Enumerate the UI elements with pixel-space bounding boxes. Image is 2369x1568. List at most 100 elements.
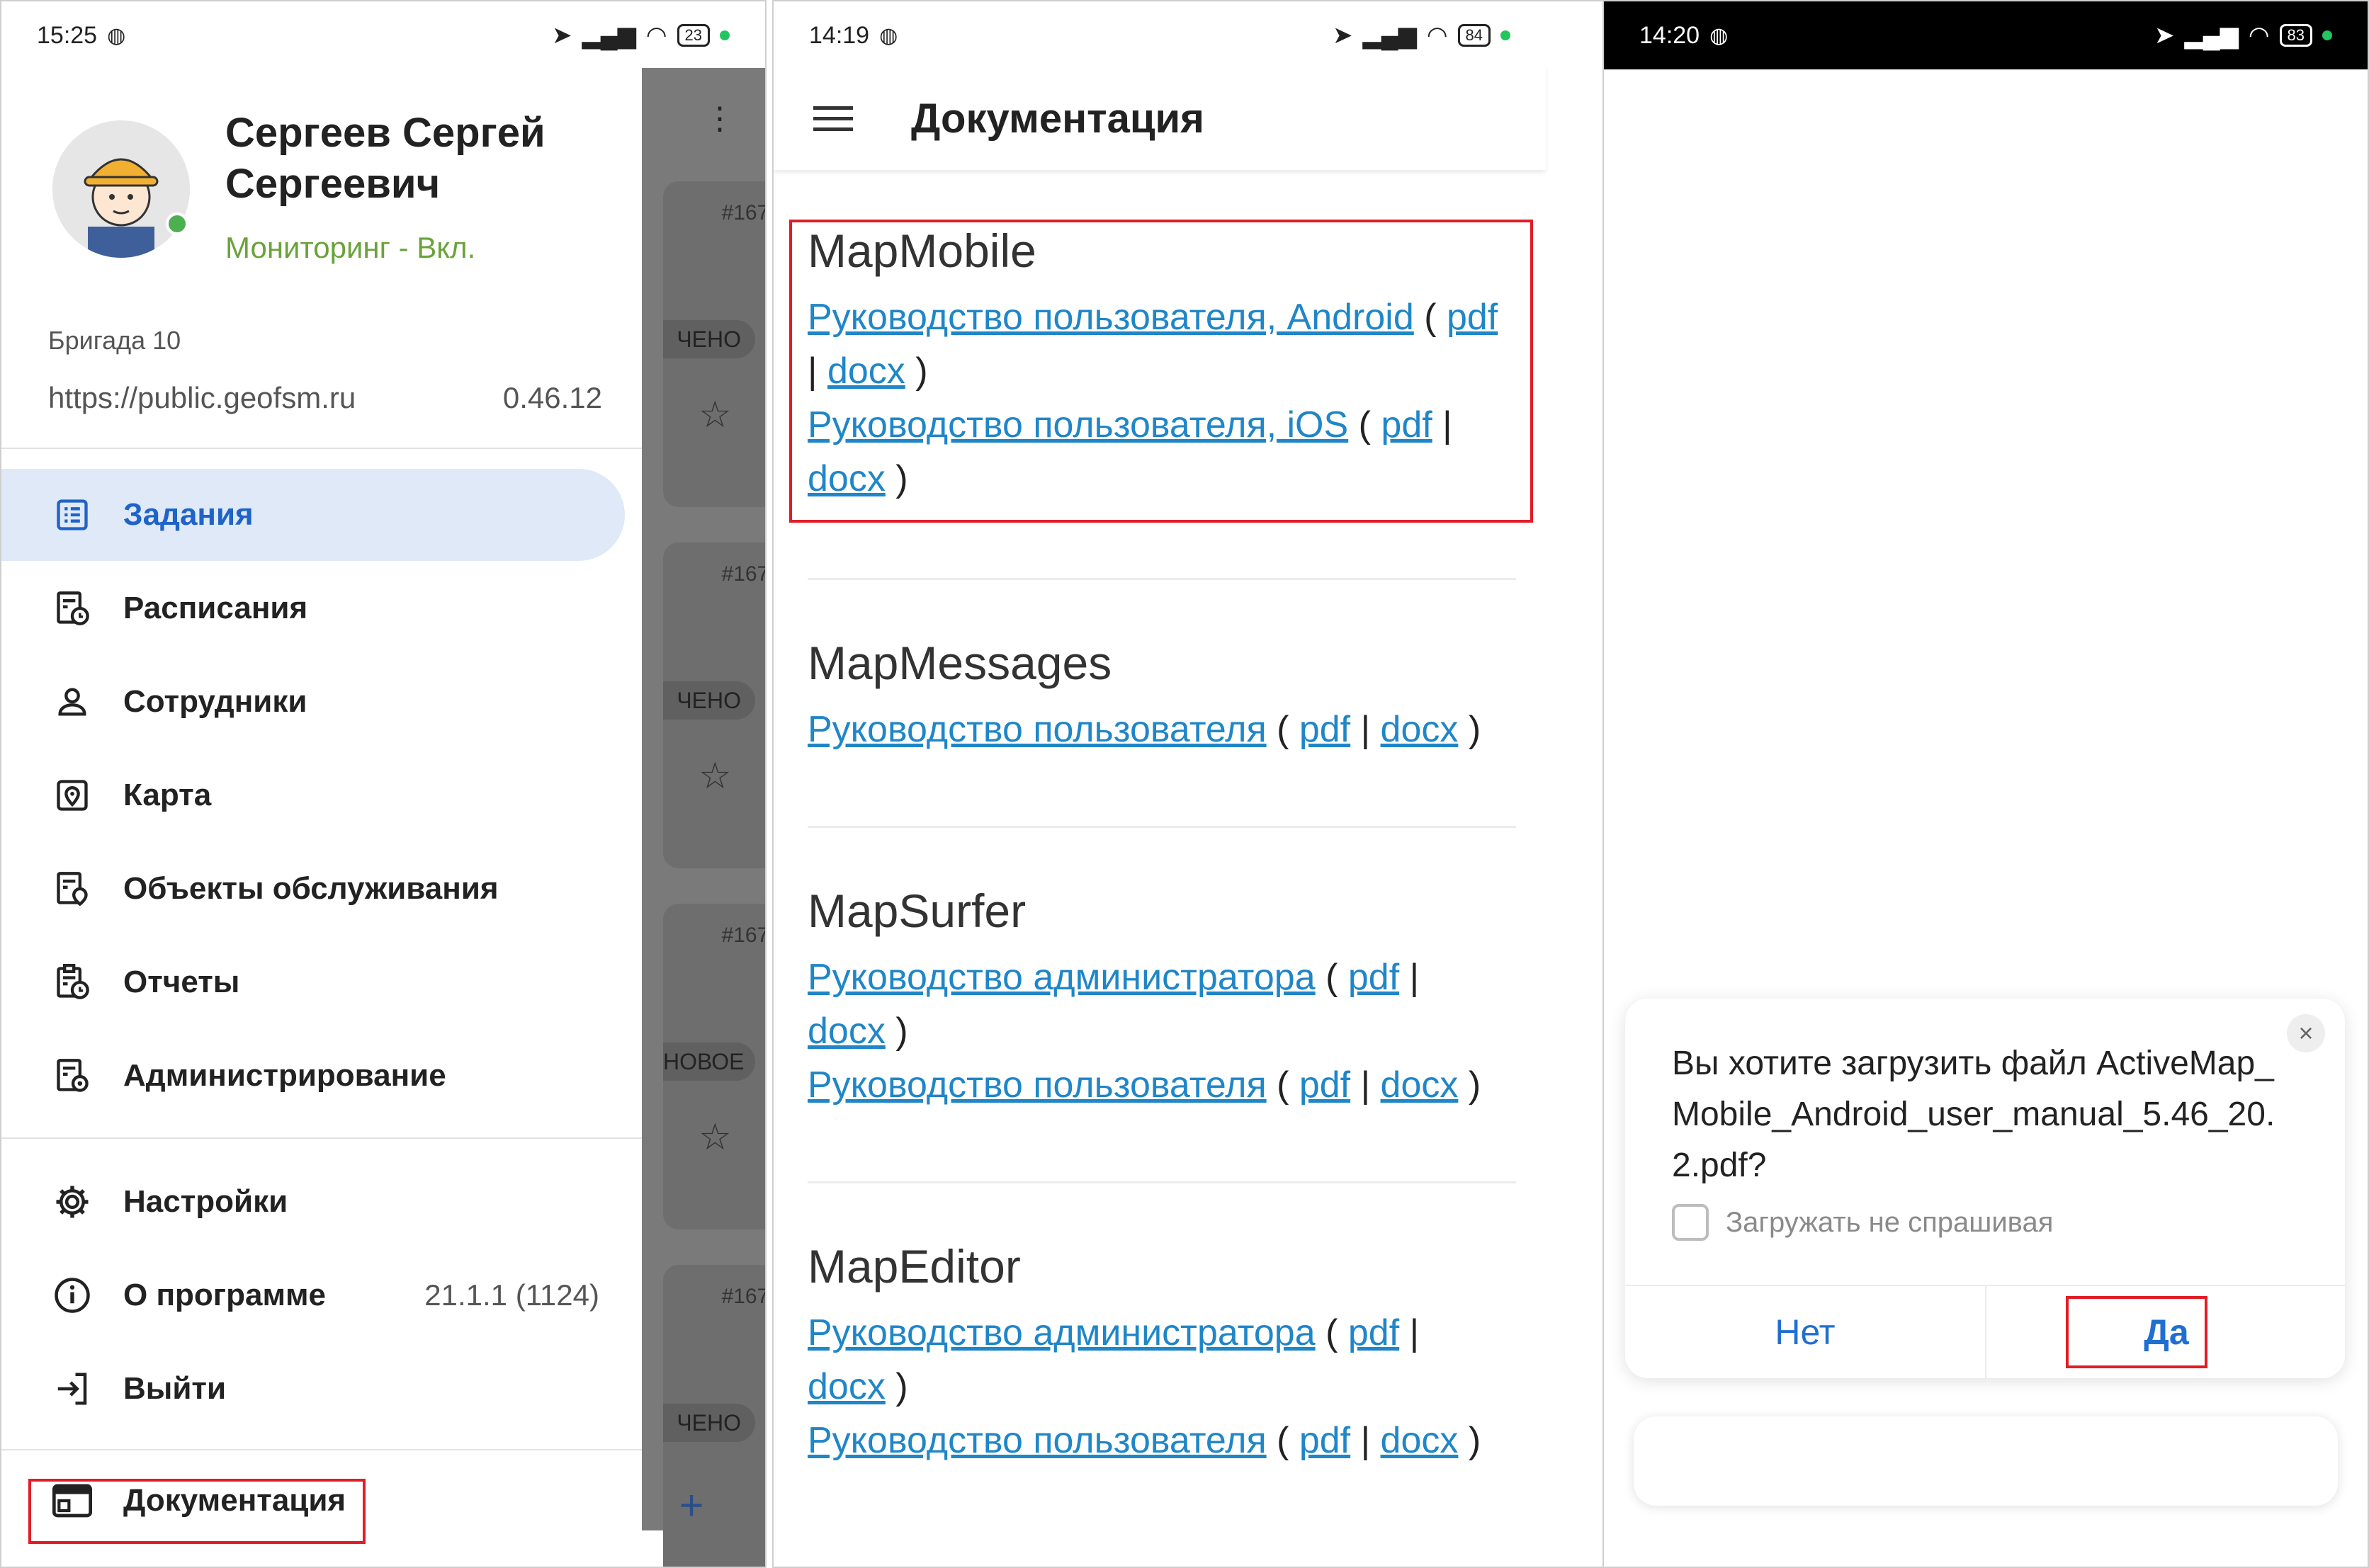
wifi-icon: ◠ bbox=[1426, 22, 1448, 49]
paren: ( bbox=[1277, 1420, 1299, 1461]
app-status-icon: ◍ bbox=[1709, 23, 1729, 47]
add-fab-icon[interactable]: + bbox=[663, 1477, 720, 1534]
pdf-link[interactable]: pdf bbox=[1348, 1312, 1399, 1353]
doc-section-mapmessages: MapMessages Руководство пользователя ( p… bbox=[808, 635, 1516, 756]
status-time: 14:19 bbox=[809, 21, 870, 49]
pdf-link[interactable]: pdf bbox=[1299, 1420, 1350, 1461]
star-icon: ☆ bbox=[699, 1117, 732, 1158]
pdf-link[interactable]: pdf bbox=[1299, 1064, 1350, 1106]
menu-item-schedules[interactable]: Расписания bbox=[1, 562, 625, 654]
menu-item-settings[interactable]: Настройки bbox=[1, 1156, 625, 1248]
more-vert-icon: ⋮ bbox=[704, 101, 735, 136]
battery-indicator: 83 bbox=[2279, 24, 2312, 47]
dont-ask-checkbox[interactable] bbox=[1672, 1204, 1709, 1241]
menu-label: Сотрудники bbox=[123, 684, 307, 719]
menu-item-reports[interactable]: Отчеты bbox=[1, 936, 625, 1028]
status-time: 14:20 bbox=[1639, 21, 1700, 49]
logout-icon bbox=[52, 1370, 92, 1408]
paren: ( bbox=[1325, 1312, 1348, 1353]
menu-label: О программе bbox=[123, 1278, 327, 1312]
drawer-scrim[interactable]: ⋮ #1675 ЧЕНО ☆ #1674 ЧЕНО ☆ #1673 НОВОЕ … bbox=[642, 68, 765, 1567]
paren: ( bbox=[1325, 957, 1348, 998]
server-url: https://public.geofsm.ru bbox=[48, 381, 356, 414]
paren: ) bbox=[885, 1366, 908, 1407]
menu-item-tasks[interactable]: Задания bbox=[1, 469, 625, 561]
pipe: | bbox=[1399, 1312, 1420, 1353]
divider bbox=[1, 448, 642, 449]
admin-guide-link[interactable]: Руководство администратора bbox=[808, 1312, 1316, 1353]
paren: ) bbox=[1458, 1064, 1481, 1106]
section-title: MapMessages bbox=[808, 637, 1112, 689]
task-card: #1673 НОВОЕ ☆ bbox=[663, 904, 765, 1229]
menu-item-employees[interactable]: Сотрудники bbox=[1, 656, 625, 748]
location-icon: ➤ bbox=[1332, 22, 1353, 49]
signal-icon: ▂▄▆ bbox=[582, 22, 636, 49]
user-guide-link[interactable]: Руководство пользователя bbox=[808, 709, 1267, 750]
docx-link[interactable]: docx bbox=[1381, 1064, 1459, 1106]
docx-link[interactable]: docx bbox=[1381, 709, 1459, 750]
monitoring-status[interactable]: Мониторинг - Вкл. bbox=[225, 231, 475, 265]
signal-icon: ▂▄▆ bbox=[1362, 22, 1417, 49]
task-card: #1674 ЧЕНО ☆ bbox=[663, 542, 765, 868]
menu-label: Администрирование bbox=[123, 1058, 446, 1093]
menu-item-map[interactable]: Карта bbox=[1, 749, 625, 841]
section-links: Руководство администратора ( pdf | docx … bbox=[808, 1306, 1516, 1467]
person-icon bbox=[52, 683, 92, 720]
admin-icon bbox=[52, 1057, 92, 1094]
menu-label: Расписания bbox=[123, 591, 308, 625]
wifi-icon: ◠ bbox=[2248, 22, 2270, 49]
menu-item-about[interactable]: О программе 21.1.1 (1124) bbox=[1, 1249, 625, 1341]
task-number: #1675 bbox=[721, 201, 765, 225]
gear-icon bbox=[52, 1183, 92, 1221]
user-guide-link[interactable]: Руководство пользователя bbox=[808, 1064, 1267, 1106]
doc-section-mapsurfer: MapSurfer Руководство администратора ( p… bbox=[808, 882, 1516, 1112]
task-card: #1675 ЧЕНО ☆ bbox=[663, 181, 765, 507]
schedule-icon bbox=[52, 590, 92, 627]
divider bbox=[1, 1449, 642, 1450]
menu-item-administration[interactable]: Администрирование bbox=[1, 1030, 625, 1122]
pdf-link[interactable]: pdf bbox=[1299, 709, 1350, 750]
pdf-link[interactable]: pdf bbox=[1348, 957, 1399, 998]
paren: ) bbox=[1458, 709, 1481, 750]
dialog-message: Вы хотите загрузить файл ActiveMap_Mobil… bbox=[1672, 1045, 2275, 1184]
status-time: 15:25 bbox=[37, 21, 98, 49]
menu-label: Карта bbox=[123, 778, 212, 812]
highlight-box bbox=[789, 220, 1533, 523]
menu-icon[interactable] bbox=[813, 106, 853, 131]
task-number: #1674 bbox=[721, 562, 765, 586]
admin-guide-link[interactable]: Руководство администратора bbox=[808, 957, 1316, 998]
download-confirm-dialog: × Вы хотите загрузить файл ActiveMap_Mob… bbox=[1625, 999, 2345, 1378]
section-title: MapEditor bbox=[808, 1240, 1021, 1293]
doc-section-mapeditor: MapEditor Руководство администратора ( p… bbox=[808, 1238, 1516, 1467]
task-number: #1673 bbox=[721, 924, 765, 947]
menu-item-logout[interactable]: Выйти bbox=[1, 1343, 625, 1435]
paren: ) bbox=[1458, 1420, 1481, 1461]
list-icon bbox=[52, 496, 92, 533]
user-guide-link[interactable]: Руководство пользователя bbox=[808, 1420, 1267, 1461]
signal-icon: ▂▄▆ bbox=[2184, 22, 2239, 49]
section-links: Руководство администратора ( pdf | docx … bbox=[808, 950, 1516, 1112]
pipe: | bbox=[1350, 1420, 1381, 1461]
menu-label: Отчеты bbox=[123, 965, 240, 999]
user-name: Сергеев Сергей Сергеевич bbox=[225, 110, 545, 207]
docx-link[interactable]: docx bbox=[1381, 1420, 1459, 1461]
docx-link[interactable]: docx bbox=[808, 1366, 886, 1407]
wifi-icon: ◠ bbox=[645, 22, 667, 49]
task-number: #1672 bbox=[721, 1285, 765, 1308]
dont-ask-checkbox-row[interactable]: Загружать не спрашивая bbox=[1672, 1204, 2053, 1241]
divider bbox=[808, 1181, 1516, 1183]
menu-label: Настройки bbox=[123, 1184, 288, 1219]
docx-link[interactable]: docx bbox=[808, 1011, 886, 1052]
menu-label: Объекты обслуживания bbox=[123, 871, 499, 906]
status-bar: 15:25 ◍ ➤ ▂▄▆ ◠ 23 bbox=[1, 1, 765, 69]
download-dialog-screen: 14:20 ◍ ➤ ▂▄▆ ◠ 83 × Вы хотите загрузить… bbox=[1602, 0, 2369, 1568]
browser-bottom-bar[interactable] bbox=[1634, 1416, 2338, 1506]
privacy-dot bbox=[720, 30, 730, 40]
documentation-screen: 14:19 ◍ ➤ ▂▄▆ ◠ 84 Документация MapMobil… bbox=[772, 0, 1604, 1568]
menu-item-service-objects[interactable]: Объекты обслуживания bbox=[1, 843, 625, 935]
map-pin-icon bbox=[52, 777, 92, 814]
pipe: | bbox=[1350, 1064, 1381, 1106]
no-button[interactable]: Нет bbox=[1625, 1286, 1985, 1378]
avatar bbox=[52, 120, 190, 258]
task-status-chip: ЧЕНО bbox=[663, 1404, 755, 1442]
